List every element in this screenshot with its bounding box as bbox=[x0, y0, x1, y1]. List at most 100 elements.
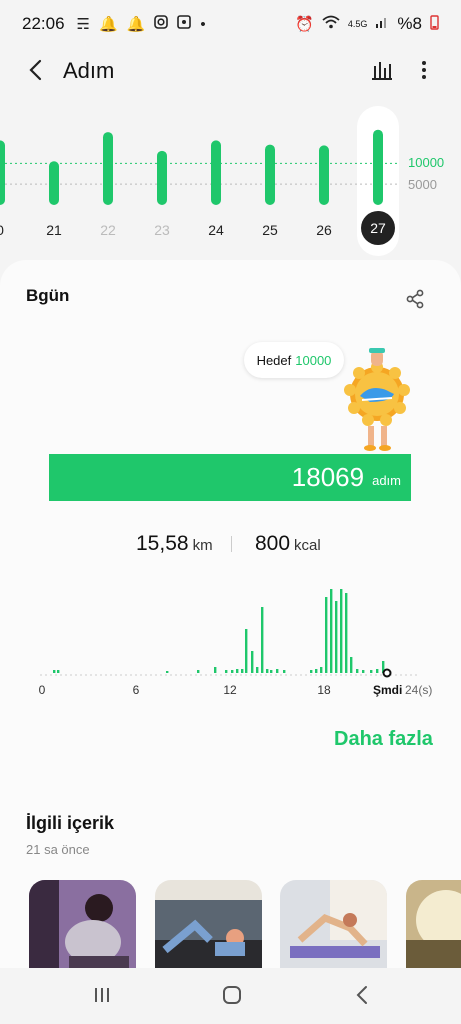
day-label-21[interactable]: 21 bbox=[34, 222, 74, 238]
hourly-bar bbox=[330, 589, 333, 673]
bar-chart-icon bbox=[371, 59, 393, 86]
runner-mascot-icon bbox=[340, 340, 415, 455]
distance-stat: 15,58 km bbox=[136, 532, 213, 556]
alarm-icon: ⏰ bbox=[295, 16, 314, 33]
nav-back-icon bbox=[355, 985, 369, 1010]
share-icon bbox=[404, 289, 426, 314]
wifi-icon bbox=[322, 15, 340, 33]
goal-line-label: 10000 bbox=[408, 155, 445, 170]
day-label-22[interactable]: 22 bbox=[88, 222, 128, 238]
more-options-button[interactable] bbox=[410, 56, 438, 88]
hourly-bar bbox=[166, 671, 169, 673]
day-bar-25[interactable] bbox=[265, 144, 275, 205]
hourly-bar bbox=[245, 629, 248, 673]
hourly-bar bbox=[345, 593, 348, 673]
related-thumbnail-2[interactable] bbox=[155, 880, 262, 972]
hourly-bar bbox=[53, 670, 56, 673]
day-bar-21[interactable] bbox=[49, 161, 59, 205]
battery-label: %8 bbox=[397, 14, 422, 33]
goal-bubble: Hedef 10000 bbox=[244, 342, 344, 378]
hourly-bar bbox=[251, 651, 254, 673]
hourly-bar bbox=[356, 669, 359, 673]
day-label-24[interactable]: 24 bbox=[196, 222, 236, 238]
app-bar: Adım bbox=[0, 48, 461, 96]
dot-icon: • bbox=[200, 15, 206, 33]
related-thumbnail-4[interactable] bbox=[406, 880, 461, 972]
hourly-bar bbox=[362, 670, 365, 673]
share-button[interactable] bbox=[404, 288, 432, 316]
energy-unit: kcal bbox=[294, 537, 321, 554]
hourly-bar bbox=[214, 667, 217, 673]
app-icon bbox=[177, 15, 192, 33]
now-marker bbox=[382, 668, 392, 678]
hourly-bar bbox=[340, 589, 343, 673]
battery-icon bbox=[430, 14, 439, 34]
back-arrow-icon bbox=[27, 59, 45, 86]
home-button[interactable] bbox=[217, 982, 247, 1012]
today-title: Bgün bbox=[26, 286, 70, 305]
hourly-bar bbox=[197, 670, 200, 673]
hourly-bar bbox=[225, 670, 228, 673]
steps-progress-bar: 18069 adım bbox=[49, 454, 411, 501]
hourly-bar bbox=[270, 670, 273, 673]
day-bar-23[interactable] bbox=[157, 150, 167, 205]
chart-view-button[interactable] bbox=[366, 56, 398, 88]
hourly-bar bbox=[315, 669, 318, 673]
hourly-bar bbox=[350, 657, 353, 673]
home-icon bbox=[222, 985, 242, 1010]
energy-value: 800 bbox=[255, 532, 291, 555]
network-label: 4.5G bbox=[347, 19, 368, 29]
day-label-27[interactable]: 27 bbox=[361, 211, 395, 245]
system-nav-bar bbox=[0, 968, 461, 1024]
more-link[interactable]: Daha fazla bbox=[334, 728, 433, 751]
today-card: Bgün Hedef 10000 18069 adım 15,58 km 800… bbox=[0, 260, 461, 1024]
day-bar-27[interactable] bbox=[373, 129, 383, 205]
hourly-bar bbox=[261, 607, 264, 673]
hourly-bar bbox=[57, 670, 60, 673]
related-content-title: İlgili içerik bbox=[26, 813, 115, 833]
recent-apps-icon bbox=[93, 986, 111, 1009]
distance-value: 15,58 bbox=[136, 532, 189, 555]
day-label-25[interactable]: 25 bbox=[250, 222, 290, 238]
related-thumbnail-3[interactable] bbox=[280, 880, 387, 972]
hour-label-0: 0 bbox=[38, 683, 46, 697]
hours-label: 24(s) bbox=[405, 683, 433, 697]
steps-count: 18069 bbox=[291, 462, 365, 492]
related-content-time: 21 sa önce bbox=[26, 842, 90, 857]
hourly-bar bbox=[325, 597, 328, 673]
day-bar-22[interactable] bbox=[103, 132, 113, 205]
recent-apps-button[interactable] bbox=[87, 982, 117, 1012]
snapchat-icon: ☴ bbox=[76, 16, 90, 33]
hourly-bar bbox=[236, 669, 239, 673]
steps-unit: adım bbox=[372, 473, 401, 488]
instagram-icon bbox=[154, 15, 169, 33]
more-vertical-icon bbox=[421, 60, 427, 85]
now-label: Şmdi bbox=[373, 683, 403, 697]
weekly-steps-chart[interactable]: 10000 5000 0 21 22 23 24 25 26 27 bbox=[0, 100, 461, 260]
day-bar-0[interactable] bbox=[0, 140, 5, 205]
day-label-23[interactable]: 23 bbox=[142, 222, 182, 238]
nav-back-button[interactable] bbox=[347, 982, 377, 1012]
energy-stat: 800 kcal bbox=[255, 532, 321, 556]
hourly-bar bbox=[256, 667, 259, 673]
day-bar-26[interactable] bbox=[319, 145, 329, 205]
day-label-26[interactable]: 26 bbox=[304, 222, 344, 238]
hourly-steps-chart: 0 6 12 18 Şmdi 24(s) bbox=[0, 575, 461, 705]
related-thumbnail-1[interactable] bbox=[29, 880, 136, 972]
bell-icon: 🔔 bbox=[126, 16, 146, 33]
day-label-0[interactable]: 0 bbox=[0, 222, 20, 238]
hourly-bar bbox=[335, 601, 338, 673]
goal-prefix: Hedef bbox=[256, 352, 292, 368]
hour-label-6: 6 bbox=[132, 683, 140, 697]
today-stats: 15,58 km 800 kcal bbox=[0, 532, 461, 562]
hourly-bar bbox=[283, 670, 286, 673]
status-time: 22:06 bbox=[22, 14, 65, 33]
back-button[interactable] bbox=[20, 56, 52, 88]
hour-label-18: 18 bbox=[317, 683, 331, 697]
hourly-bar bbox=[241, 669, 244, 673]
hourly-bar bbox=[370, 670, 373, 673]
day-bar-24[interactable] bbox=[211, 140, 221, 205]
status-bar: 22:06 ☴ 🔔 🔔 • ⏰ 4.5G %8 bbox=[0, 0, 461, 48]
hour-label-12: 12 bbox=[223, 683, 237, 697]
stats-divider bbox=[231, 536, 232, 552]
